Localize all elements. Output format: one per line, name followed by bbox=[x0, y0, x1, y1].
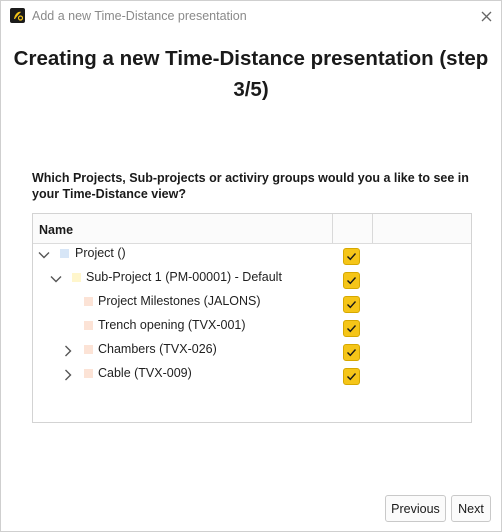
tree-row-sub-project[interactable]: Sub-Project 1 (PM-00001) - Default bbox=[33, 267, 471, 291]
row-color-swatch bbox=[84, 321, 93, 330]
row-color-swatch bbox=[84, 369, 93, 378]
close-button[interactable] bbox=[473, 4, 499, 30]
next-button[interactable]: Next bbox=[451, 495, 491, 522]
column-header-name[interactable]: Name bbox=[39, 223, 73, 237]
chevron-down-icon[interactable] bbox=[37, 248, 51, 262]
checkmark-icon bbox=[347, 253, 357, 261]
tree-row-label: Chambers (TVX-026) bbox=[98, 342, 217, 356]
row-color-swatch bbox=[84, 297, 93, 306]
column-divider[interactable] bbox=[332, 214, 333, 243]
tree-view: Name Project () Sub-Project 1 (PM-00001)… bbox=[32, 213, 472, 423]
tree-row-project[interactable]: Project () bbox=[33, 243, 471, 267]
checkmark-icon bbox=[347, 301, 357, 309]
tree-row-label: Project () bbox=[75, 246, 126, 260]
include-checkbox[interactable] bbox=[343, 368, 360, 385]
tree-row-label: Cable (TVX-009) bbox=[98, 366, 192, 380]
tree-row-label: Sub-Project 1 (PM-00001) - Default bbox=[86, 270, 282, 284]
include-checkbox[interactable] bbox=[343, 272, 360, 289]
app-logo-icon bbox=[10, 8, 25, 23]
checkmark-icon bbox=[347, 373, 357, 381]
tree-header: Name bbox=[33, 214, 471, 244]
page-title: Creating a new Time-Distance presentatio… bbox=[13, 47, 489, 101]
checkmark-icon bbox=[347, 325, 357, 333]
tree-row-label: Trench opening (TVX-001) bbox=[98, 318, 246, 332]
close-icon bbox=[481, 11, 492, 22]
title-bar: Add a new Time-Distance presentation bbox=[1, 1, 501, 32]
chevron-right-icon[interactable] bbox=[61, 368, 75, 382]
tree-row-chambers[interactable]: Chambers (TVX-026) bbox=[33, 339, 471, 363]
row-color-swatch bbox=[72, 273, 81, 282]
tree-row-label: Project Milestones (JALONS) bbox=[98, 294, 261, 308]
chevron-right-icon[interactable] bbox=[61, 344, 75, 358]
tree-row-milestones[interactable]: Project Milestones (JALONS) bbox=[33, 291, 471, 315]
question-text: Which Projects, Sub-projects or activiry… bbox=[32, 171, 469, 201]
chevron-down-icon[interactable] bbox=[49, 272, 63, 286]
row-color-swatch bbox=[60, 249, 69, 258]
include-checkbox[interactable] bbox=[343, 296, 360, 313]
checkmark-icon bbox=[347, 349, 357, 357]
tree-row-trench-opening[interactable]: Trench opening (TVX-001) bbox=[33, 315, 471, 339]
include-checkbox[interactable] bbox=[343, 320, 360, 337]
previous-button[interactable]: Previous bbox=[385, 495, 446, 522]
include-checkbox[interactable] bbox=[343, 344, 360, 361]
row-color-swatch bbox=[84, 345, 93, 354]
checkmark-icon bbox=[347, 277, 357, 285]
tree-row-cable[interactable]: Cable (TVX-009) bbox=[33, 363, 471, 387]
window-title: Add a new Time-Distance presentation bbox=[32, 9, 247, 23]
dialog-window: Add a new Time-Distance presentation Cre… bbox=[0, 0, 502, 532]
include-checkbox[interactable] bbox=[343, 248, 360, 265]
column-divider[interactable] bbox=[372, 214, 373, 243]
